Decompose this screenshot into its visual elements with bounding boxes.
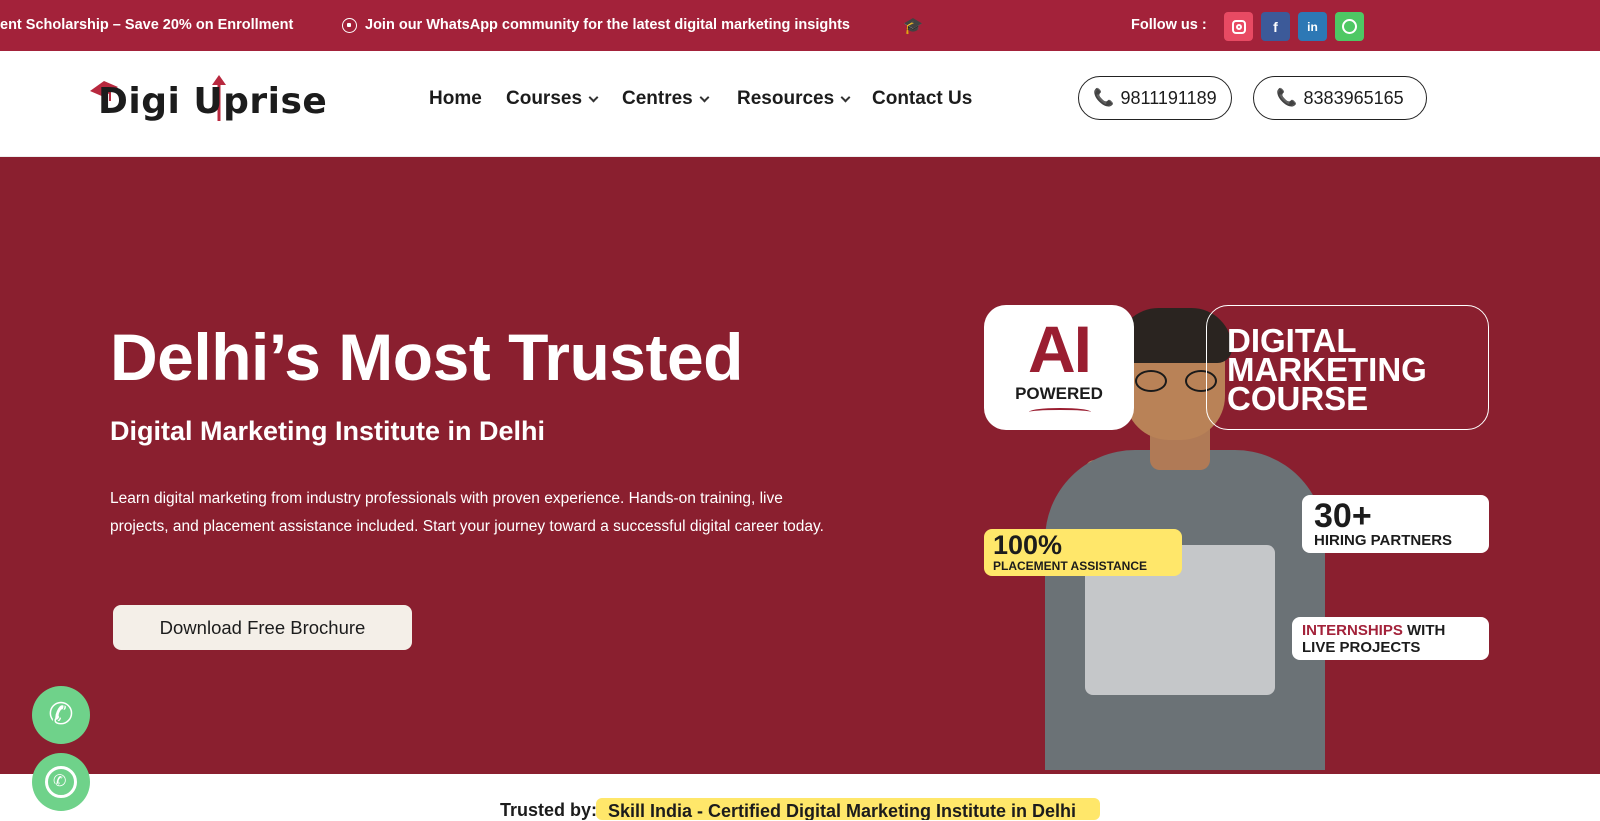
swoosh-icon [1029,408,1091,416]
phone-number-1: 9811191189 [1120,87,1217,108]
chevron-down-icon [699,92,710,102]
whatsapp-icon [342,17,357,33]
whatsapp-announcement[interactable]: Join our WhatsApp community for the late… [342,17,850,33]
logo-text: Digi Uprise [98,81,328,122]
linkedin-icon: in [1307,19,1318,34]
course-line-3: COURSE [1227,380,1369,417]
instagram-button[interactable] [1224,12,1253,41]
chevron-down-icon [840,92,851,102]
internships-badge: INTERNSHIPS WITH LIVE PROJECTS [1292,617,1489,660]
nav-resources-label: Resources [737,88,835,109]
facebook-button[interactable]: f [1261,12,1290,41]
partners-count: 30+ [1314,497,1372,535]
facebook-icon: f [1273,18,1278,35]
call-floating-button[interactable]: ✆ [32,686,90,744]
placement-badge: 100% PLACEMENT ASSISTANCE [984,529,1182,576]
whatsapp-icon [45,766,77,798]
instagram-icon [1231,19,1246,34]
phone-icon: ✆ [48,698,74,731]
internships-highlight: INTERNSHIPS [1302,622,1403,639]
hero-title: Delhi’s Most Trusted [110,320,743,394]
announcement-bar: ent Scholarship – Save 20% on Enrollment… [0,0,1600,51]
trusted-strip: Trusted by: Skill India - Certified Digi… [0,774,1600,820]
nav-contact-us[interactable]: Contact Us [872,88,972,110]
phone-number-2: 8383965165 [1303,87,1404,108]
placement-label: PLACEMENT ASSISTANCE [993,559,1148,573]
scholarship-announcement[interactable]: ent Scholarship – Save 20% on Enrollment [0,17,293,33]
trusted-by-label: Trusted by: [500,800,598,820]
skill-india-badge: Skill India - Certified Digital Marketin… [596,798,1100,820]
hero-subtitle: Digital Marketing Institute in Delhi [110,416,546,446]
whatsapp-announcement-text: Join our WhatsApp community for the late… [365,17,850,33]
chevron-down-icon [588,92,599,102]
course-badge: DIGITAL MARKETING COURSE [1206,305,1489,430]
phone-icon: 📞 [1276,88,1298,107]
nav-home-label: Home [429,88,482,109]
whatsapp-button[interactable] [1335,12,1364,41]
hero-description: Learn digital marketing from industry pr… [110,490,824,535]
whatsapp-icon [1342,19,1357,34]
download-brochure-button[interactable]: Download Free Brochure [113,605,412,650]
nav-home[interactable]: Home [429,88,482,110]
powered-text: POWERED [1015,384,1103,403]
placement-percent: 100% [993,530,1063,560]
internships-line-2: LIVE PROJECTS [1302,639,1421,656]
nav-resources[interactable]: Resources [737,88,851,110]
hero-section: Delhi’s Most Trusted Digital Marketing I… [0,157,1600,774]
nav-centres-label: Centres [622,88,693,109]
nav-contact-us-label: Contact Us [872,88,973,109]
graduation-cap-icon: 🎓 [903,18,923,35]
glasses-icon [1135,370,1217,392]
internships-with: WITH [1402,622,1446,639]
linkedin-button[interactable]: in [1298,12,1327,41]
nav-courses-label: Courses [506,88,583,109]
ai-badge-text: AI [1028,312,1092,386]
whatsapp-floating-button[interactable] [32,753,90,811]
phone-button-2[interactable]: 📞 8383965165 [1253,76,1427,120]
partners-label: HIRING PARTNERS [1314,532,1453,549]
logo[interactable]: Digi Uprise [90,73,330,133]
follow-us-label: Follow us : [1131,17,1207,33]
nav-centres[interactable]: Centres [622,88,710,110]
site-header: Digi Uprise Home Courses Centres Resourc… [0,51,1600,157]
hiring-partners-badge: 30+ HIRING PARTNERS [1302,495,1489,553]
ai-powered-badge: AI POWERED [984,305,1134,430]
phone-button-1[interactable]: 📞 9811191189 [1078,76,1232,120]
internships-line-1: INTERNSHIPS WITH [1302,622,1445,639]
phone-icon: 📞 [1093,88,1115,107]
nav-courses[interactable]: Courses [506,88,599,110]
